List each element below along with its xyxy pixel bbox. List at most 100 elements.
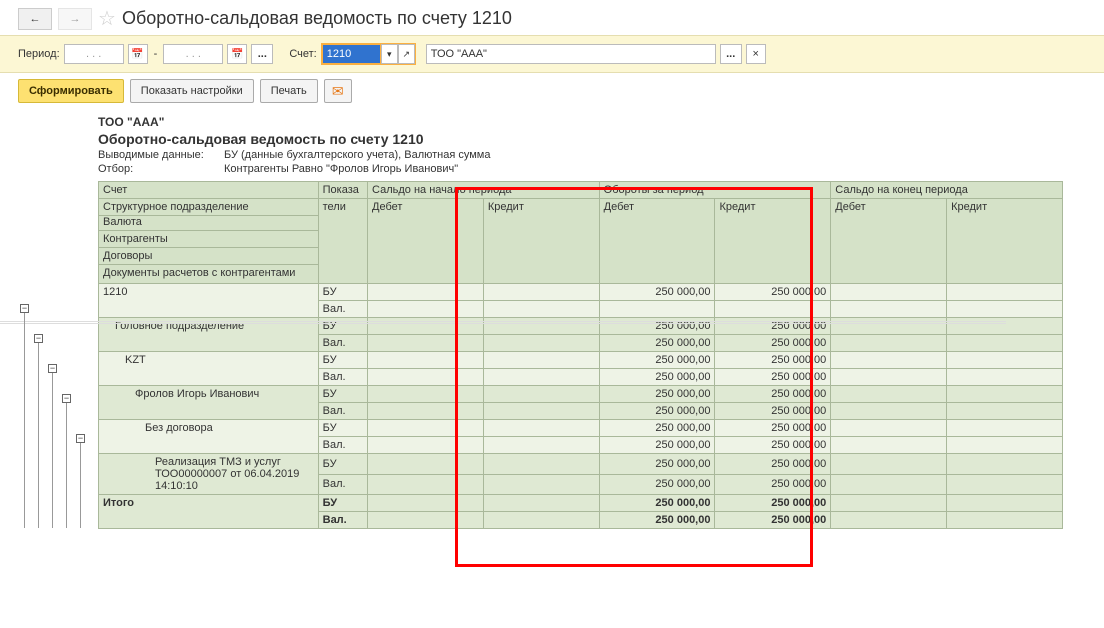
date-to-calendar-button[interactable]: 📅 (227, 44, 247, 64)
row-value: 250 000,00 (599, 495, 715, 512)
row-value: 250 000,00 (599, 284, 715, 301)
row-value (368, 301, 484, 318)
row-indicator: Вал. (318, 512, 367, 529)
organization-input[interactable]: ТОО "ААА" (426, 44, 716, 64)
row-indicator: БУ (318, 284, 367, 301)
row-name: Без договора (99, 420, 319, 454)
row-value (831, 284, 947, 301)
row-indicator: Вал. (318, 437, 367, 454)
date-to-input[interactable]: . . . (163, 44, 223, 64)
row-value (947, 420, 1063, 437)
row-value (483, 335, 599, 352)
row-value (368, 386, 484, 403)
row-value: 250 000,00 (715, 284, 831, 301)
table-row: 1210БУ250 000,00250 000,00 (99, 284, 1063, 301)
row-value (831, 420, 947, 437)
date-from-input[interactable]: . . . (64, 44, 124, 64)
row-value (368, 369, 484, 386)
organization-select-button[interactable]: ... (720, 44, 742, 64)
col-sbeg-credit: Кредит (483, 199, 599, 284)
row-value (947, 386, 1063, 403)
row-value (831, 437, 947, 454)
col-group-5: Документы расчетов с контрагентами (99, 265, 318, 281)
row-value (368, 437, 484, 454)
row-indicator: Вал. (318, 301, 367, 318)
row-value (483, 454, 599, 475)
meta-filter-label: Отбор: (98, 163, 216, 175)
col-send-debit: Дебет (831, 199, 947, 284)
tree-toggle[interactable]: − (48, 364, 57, 373)
row-indicator: Вал. (318, 403, 367, 420)
account-open-button[interactable]: ↗ (398, 44, 415, 64)
col-group-2: Валюта (99, 214, 318, 231)
report-title: Оборотно-сальдовая ведомость по счету 12… (98, 131, 1104, 147)
account-dropdown-button[interactable]: ▾ (381, 44, 398, 64)
col-turnover: Обороты за период (599, 182, 831, 199)
date-from-calendar-button[interactable]: 📅 (128, 44, 148, 64)
tree-toggle[interactable]: − (20, 304, 29, 313)
row-value (368, 352, 484, 369)
row-value: 250 000,00 (715, 437, 831, 454)
tree-toggle[interactable]: − (62, 394, 71, 403)
row-value: 250 000,00 (715, 335, 831, 352)
row-value: 250 000,00 (599, 352, 715, 369)
table-row: Фролов Игорь ИвановичБУ250 000,00250 000… (99, 386, 1063, 403)
favorite-star-icon[interactable]: ☆ (98, 6, 116, 31)
account-input[interactable]: 1210 (322, 44, 381, 64)
row-value: 250 000,00 (715, 352, 831, 369)
meta-displayed-value: БУ (данные бухгалтерского учета), Валютн… (224, 149, 491, 161)
row-value (831, 403, 947, 420)
period-label: Период: (18, 48, 60, 60)
report-table: Счет Показа Сальдо на начало периода Обо… (98, 181, 1063, 529)
col-sbeg-debit: Дебет (368, 199, 484, 284)
row-indicator: БУ (318, 352, 367, 369)
row-value (831, 512, 947, 529)
col-indicators-2: тели (318, 199, 367, 284)
row-value (831, 495, 947, 512)
meta-filter-value: Контрагенты Равно "Фролов Игорь Иванович… (224, 163, 458, 175)
period-select-button[interactable]: ... (251, 44, 273, 64)
organization-clear-button[interactable]: × (746, 44, 766, 64)
show-settings-button[interactable]: Показать настройки (130, 79, 254, 103)
table-row: KZTБУ250 000,00250 000,00 (99, 352, 1063, 369)
email-button[interactable]: ✉ (324, 79, 352, 103)
row-value: 250 000,00 (715, 369, 831, 386)
row-indicator: БУ (318, 454, 367, 475)
row-indicator: БУ (318, 420, 367, 437)
row-value (947, 512, 1063, 529)
print-button[interactable]: Печать (260, 79, 318, 103)
row-value (947, 495, 1063, 512)
meta-displayed-label: Выводимые данные: (98, 149, 216, 161)
row-value (947, 369, 1063, 386)
row-value (831, 301, 947, 318)
row-value (483, 437, 599, 454)
row-value (483, 420, 599, 437)
row-indicator: БУ (318, 386, 367, 403)
generate-button[interactable]: Сформировать (18, 79, 124, 103)
row-value (831, 386, 947, 403)
row-value (483, 403, 599, 420)
page-title: Оборотно-сальдовая ведомость по счету 12… (122, 8, 512, 29)
period-dash: - (154, 48, 158, 60)
row-value (947, 437, 1063, 454)
row-value: 250 000,00 (715, 454, 831, 475)
row-value (947, 301, 1063, 318)
row-value (947, 474, 1063, 495)
nav-forward-button[interactable]: → (58, 8, 92, 30)
report-org: ТОО "ААА" (98, 115, 1104, 129)
tree-toggle[interactable]: − (34, 334, 43, 343)
row-value: 250 000,00 (715, 420, 831, 437)
row-value (947, 454, 1063, 475)
row-value (947, 284, 1063, 301)
row-value: 250 000,00 (599, 437, 715, 454)
row-value (483, 352, 599, 369)
nav-back-button[interactable]: ← (18, 8, 52, 30)
row-value (368, 284, 484, 301)
row-value (831, 454, 947, 475)
row-value (715, 301, 831, 318)
row-value (368, 474, 484, 495)
row-value (368, 495, 484, 512)
row-value: 250 000,00 (599, 369, 715, 386)
tree-toggle[interactable]: − (76, 434, 85, 443)
col-turn-credit: Кредит (715, 199, 831, 284)
